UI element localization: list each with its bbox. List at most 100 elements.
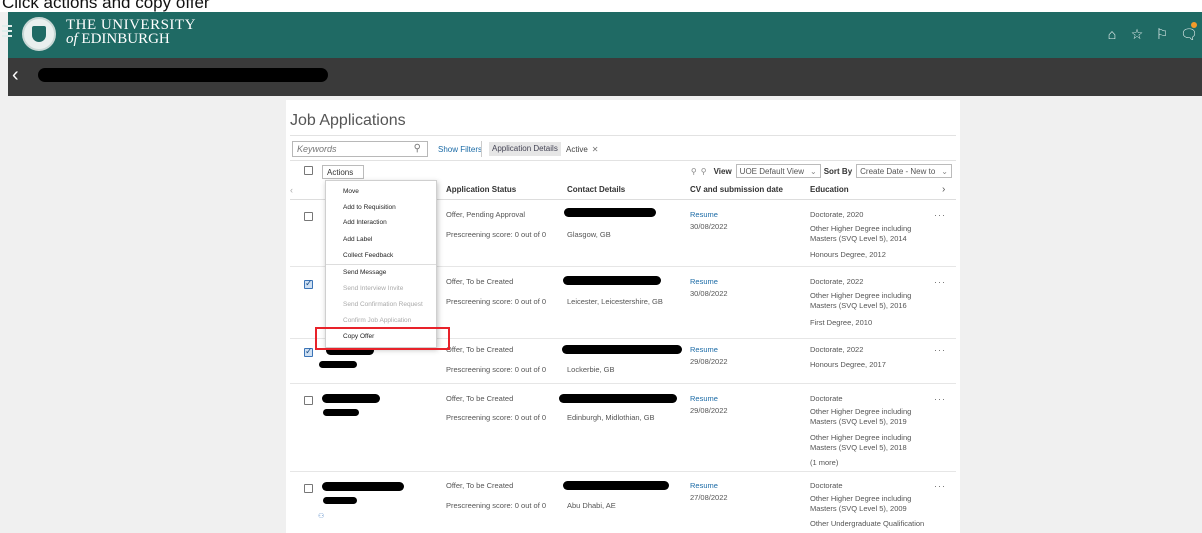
contact-location: Abu Dhabi, AE (567, 501, 616, 510)
scroll-right-icon[interactable]: › (942, 184, 945, 195)
education-entry: Other Higher Degree including Masters (S… (810, 494, 912, 513)
filter-chip-application-details[interactable]: Application Details (489, 142, 561, 156)
contact-location: Lockerbie, GB (567, 365, 615, 374)
education-more-link[interactable]: (1 more) (810, 458, 930, 468)
menu-item-move[interactable]: Move (343, 188, 359, 196)
page-subheader: ‹ (8, 58, 1202, 96)
menu-item-add-label[interactable]: Add Label (343, 236, 372, 244)
zoom-out-icon[interactable]: ⚲ (691, 167, 697, 176)
actions-dropdown-menu: Move Add to Requisition Add Interaction … (325, 180, 437, 348)
application-status: Offer, To be Created (446, 345, 514, 354)
row-more-options-icon[interactable]: ··· (934, 481, 946, 491)
row-checkbox[interactable] (304, 396, 313, 405)
contact-location: Glasgow, GB (567, 230, 611, 239)
education-entry: Other Higher Degree including Masters (S… (810, 224, 912, 243)
row-more-options-icon[interactable]: ··· (934, 345, 946, 355)
education-entry: Doctorate, 2022 (810, 277, 864, 286)
redacted-requisition-title (38, 68, 328, 82)
resume-link[interactable]: Resume (690, 277, 718, 287)
redacted-candidate-name (322, 482, 404, 491)
divider (290, 471, 956, 472)
column-header-cv-submission-date[interactable]: CV and submission date (690, 185, 783, 199)
row-more-options-icon[interactable]: ··· (934, 394, 946, 404)
row-more-options-icon[interactable]: ··· (934, 210, 946, 220)
app-header: THE UNIVERSITY of EDINBURGH ⌂ ☆ ⚐ 🗨 (2, 12, 1202, 58)
back-arrow-icon[interactable]: ‹ (12, 64, 19, 87)
resume-link[interactable]: Resume (690, 394, 718, 404)
redacted-contact (564, 208, 656, 217)
show-filters-link[interactable]: Show Filters (438, 145, 482, 154)
column-header-application-status[interactable]: Application Status (446, 185, 516, 199)
chevron-down-icon: ⌄ (941, 166, 948, 176)
home-icon[interactable]: ⌂ (1105, 26, 1119, 43)
view-label: View (713, 166, 732, 176)
education-entry: Doctorate, 2020 (810, 210, 864, 219)
redacted-contact (559, 394, 677, 403)
brand-line2: of EDINBURGH (66, 31, 196, 47)
instruction-caption: Click actions and copy offer (0, 0, 1202, 12)
redacted-contact (563, 481, 669, 490)
star-icon[interactable]: ☆ (1130, 26, 1144, 43)
resume-link[interactable]: Resume (690, 345, 718, 355)
flag-icon[interactable]: ⚐ (1155, 26, 1169, 43)
education-entry: Other Higher Degree including Masters (S… (810, 433, 912, 452)
redacted-candidate-id (319, 361, 357, 368)
university-crest-logo (22, 17, 56, 51)
copy-offer-highlight (315, 327, 450, 350)
divider (290, 160, 956, 161)
redacted-contact (562, 345, 682, 354)
brand-line1: THE UNIVERSITY (66, 17, 196, 33)
divider (290, 383, 956, 384)
actions-label: Actions (327, 168, 354, 177)
row-checkbox[interactable] (304, 346, 313, 357)
sort-select[interactable]: Create Date - New to ⌄ (856, 164, 952, 178)
sort-label: Sort By (823, 166, 853, 176)
keywords-search-input[interactable]: Keywords ⚲ (292, 141, 428, 157)
application-status: Offer, To be Created (446, 277, 514, 286)
menu-item-add-to-requisition[interactable]: Add to Requisition (343, 204, 396, 212)
view-select[interactable]: UOE Default View ⌄ (735, 164, 821, 178)
contact-location: Edinburgh, Midlothian, GB (567, 413, 655, 422)
row-more-options-icon[interactable]: ··· (934, 277, 946, 287)
menu-icon[interactable] (2, 25, 12, 37)
application-status: Offer, To be Created (446, 481, 514, 490)
view-sort-toolbar: ⚲ ⚲ View UOE Default View ⌄ Sort By Creat… (691, 164, 952, 178)
search-icon[interactable]: ⚲ (414, 143, 421, 154)
submission-date: 29/08/2022 (690, 406, 728, 415)
redacted-candidate-id (323, 497, 357, 504)
search-placeholder: Keywords (297, 144, 337, 154)
education-entry: Other Higher Degree including Masters (S… (810, 291, 912, 310)
select-all-checkbox[interactable] (304, 166, 313, 175)
scroll-left-icon[interactable]: ‹ (290, 185, 293, 195)
submission-date: 27/08/2022 (690, 493, 728, 502)
education-entry: Doctorate (810, 481, 843, 490)
brand-line2-rest: EDINBURGH (81, 31, 170, 47)
filter-chip-active[interactable]: Active ✕ (566, 145, 599, 154)
row-checkbox[interactable] (304, 212, 313, 221)
university-brand[interactable]: THE UNIVERSITY of EDINBURGH (66, 17, 196, 47)
education-entry: Other Undergraduate Qualification (810, 519, 925, 528)
column-header-education[interactable]: Education (810, 185, 849, 199)
actions-button[interactable]: Actions ⌄ (322, 165, 364, 186)
prescreening-score: Prescreening score: 0 out of 0 (446, 413, 547, 422)
row-checkbox[interactable] (304, 278, 313, 289)
education-entry: First Degree, 2010 (810, 318, 873, 327)
column-header-contact-details[interactable]: Contact Details (567, 185, 625, 199)
menu-item-add-interaction[interactable]: Add Interaction (343, 219, 387, 227)
contact-location: Leicester, Leicestershire, GB (567, 297, 663, 306)
zoom-in-icon[interactable]: ⚲ (701, 167, 707, 176)
resume-link[interactable]: Resume (690, 210, 718, 220)
row-checkbox[interactable] (304, 484, 313, 493)
person-icon: ⚇ (318, 513, 325, 520)
submission-date: 30/08/2022 (690, 289, 728, 298)
notifications-icon[interactable]: 🗨 (1180, 22, 1198, 43)
redacted-candidate-name (322, 394, 380, 403)
close-icon[interactable]: ✕ (592, 145, 599, 154)
resume-link[interactable]: Resume (690, 481, 718, 491)
prescreening-score: Prescreening score: 0 out of 0 (446, 230, 547, 239)
menu-item-collect-feedback[interactable]: Collect Feedback (343, 252, 393, 260)
education-entry: Honours Degree, 2012 (810, 250, 886, 259)
menu-item-send-interview-invite: Send Interview Invite (343, 285, 404, 292)
menu-item-send-message[interactable]: Send Message (343, 269, 386, 277)
redacted-contact (563, 276, 661, 285)
